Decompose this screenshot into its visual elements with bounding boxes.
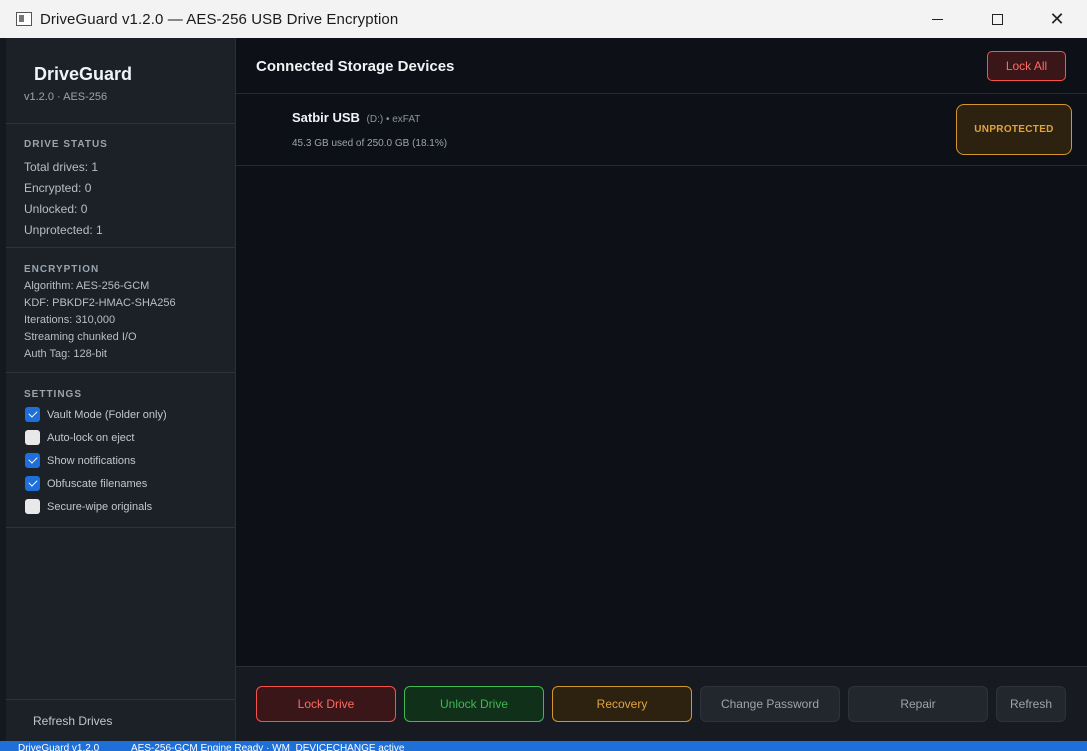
page-title: Connected Storage Devices: [256, 58, 455, 75]
repair-button[interactable]: Repair: [848, 686, 988, 722]
setting-secure-wipe[interactable]: Secure-wipe originals: [6, 495, 235, 518]
drive-name: Satbir USB: [292, 110, 360, 125]
lock-all-button[interactable]: Lock All: [987, 51, 1066, 81]
title-bar: DriveGuard v1.2.0 — AES-256 USB Drive En…: [0, 0, 1087, 38]
settings-section: SETTINGS Vault Mode (Folder only) Auto-l…: [6, 372, 235, 527]
action-bar: Lock Drive Unlock Drive Recovery Change …: [236, 666, 1087, 741]
minimize-icon: [931, 18, 943, 20]
setting-vault-mode[interactable]: Vault Mode (Folder only): [6, 403, 235, 426]
encryption-section: ENCRYPTION Algorithm: AES-256-GCM KDF: P…: [6, 247, 235, 372]
stat-unlocked: Unlocked: 0: [24, 202, 88, 216]
main-header: Connected Storage Devices Lock All: [236, 38, 1087, 94]
checkbox-unchecked-icon[interactable]: [25, 430, 40, 445]
drive-usage: 45.3 GB used of 250.0 GB (18.1%): [292, 138, 448, 149]
stat-unprotected: Unprotected: 1: [24, 223, 103, 237]
refresh-drives-button[interactable]: Refresh Drives: [6, 699, 235, 741]
status-engine: AES-256-GCM Engine Ready · WM_DEVICECHAN…: [131, 743, 405, 751]
section-title: DRIVE STATUS: [24, 139, 108, 150]
drive-name-line: Satbir USB (D:) • exFAT: [292, 110, 420, 125]
brand-name: DriveGuard: [34, 64, 133, 84]
section-title: SETTINGS: [24, 389, 83, 400]
enc-kdf: KDF: PBKDF2-HMAC-SHA256: [24, 297, 176, 309]
sidebar: DriveGuard v1.2.0 · AES-256 DRIVE STATUS…: [6, 38, 236, 741]
checkbox-unchecked-icon[interactable]: [25, 499, 40, 514]
maximize-icon: [991, 13, 1003, 25]
enc-algorithm: Algorithm: AES-256-GCM: [24, 280, 150, 292]
close-button[interactable]: ✕: [1027, 0, 1087, 38]
checkbox-checked-icon[interactable]: [25, 453, 40, 468]
change-password-button[interactable]: Change Password: [700, 686, 840, 722]
setting-label: Obfuscate filenames: [47, 477, 148, 490]
enc-iterations: Iterations: 310,000: [24, 314, 116, 326]
setting-show-notifications[interactable]: Show notifications: [6, 449, 235, 472]
minimize-button[interactable]: [907, 0, 967, 38]
lock-drive-button[interactable]: Lock Drive: [256, 686, 396, 722]
unlock-drive-button[interactable]: Unlock Drive: [404, 686, 544, 722]
section-title: ENCRYPTION: [24, 264, 100, 275]
window-controls: ✕: [907, 0, 1087, 38]
setting-label: Show notifications: [47, 454, 136, 467]
drive-meta: (D:) • exFAT: [366, 114, 421, 125]
setting-label: Secure-wipe originals: [47, 500, 153, 513]
enc-streaming: Streaming chunked I/O: [24, 331, 137, 343]
checkbox-checked-icon[interactable]: [25, 407, 40, 422]
setting-label: Vault Mode (Folder only): [47, 408, 167, 421]
version-label: v1.2.0 · AES-256: [24, 91, 108, 103]
status-badge: UNPROTECTED: [956, 104, 1072, 155]
refresh-button[interactable]: Refresh: [996, 686, 1066, 722]
stat-encrypted: Encrypted: 0: [24, 181, 92, 195]
sidebar-divider: [6, 527, 235, 528]
main-panel: Connected Storage Devices Lock All Satbi…: [236, 38, 1087, 741]
close-icon: ✕: [1049, 9, 1065, 29]
maximize-button[interactable]: [967, 0, 1027, 38]
drive-status-section: DRIVE STATUS Total drives: 1 Encrypted: …: [6, 123, 235, 247]
enc-auth-tag: Auth Tag: 128-bit: [24, 348, 107, 360]
setting-auto-lock[interactable]: Auto-lock on eject: [6, 426, 235, 449]
recovery-button[interactable]: Recovery: [552, 686, 692, 722]
setting-label: Auto-lock on eject: [47, 431, 135, 444]
window-title: DriveGuard v1.2.0 — AES-256 USB Drive En…: [40, 10, 399, 28]
app-icon: [16, 12, 32, 26]
status-bar: DriveGuard v1.2.0 AES-256-GCM Engine Rea…: [0, 741, 1087, 751]
checkbox-checked-icon[interactable]: [25, 476, 40, 491]
setting-obfuscate-filenames[interactable]: Obfuscate filenames: [6, 472, 235, 495]
status-app-version: DriveGuard v1.2.0: [18, 743, 100, 751]
drive-row[interactable]: Satbir USB (D:) • exFAT 45.3 GB used of …: [236, 94, 1087, 166]
stat-total-drives: Total drives: 1: [24, 160, 99, 174]
